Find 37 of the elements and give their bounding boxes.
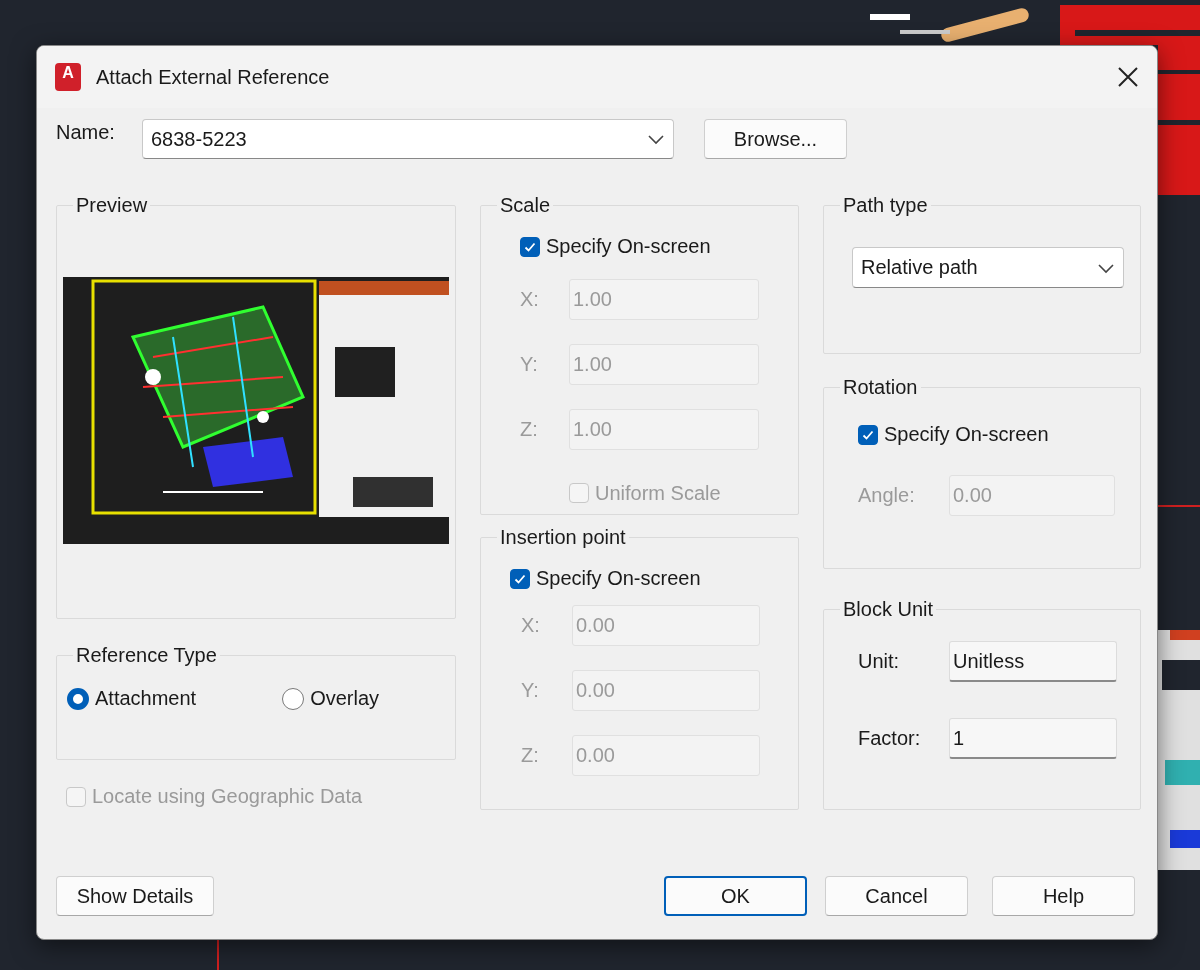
field-label: Factor: [858,727,922,750]
specify-onscreen-checkbox[interactable]: Specify On-screen [510,567,701,590]
specify-onscreen-checkbox[interactable]: Specify On-screen [520,235,711,258]
path-type-dropdown[interactable]: Relative path [852,247,1124,288]
field-label: X: [520,287,540,311]
group-title: Reference Type [76,644,217,666]
input-field[interactable]: Unitless [949,641,1117,682]
specify-onscreen-checkbox[interactable]: Specify On-screen [858,423,1049,446]
radio-button[interactable]: Overlay [282,687,380,710]
field-label: X: [521,613,541,637]
chevron-icon [1097,261,1115,274]
group-title: Rotation [843,376,918,398]
group-title: Block Unit [843,598,934,620]
field-label: Angle: [858,483,916,507]
input-field[interactable]: 1 [949,718,1117,759]
group-title: Path type [843,194,928,216]
window-title: Attach External Reference [96,65,331,89]
browse-button[interactable]: Browse... [704,119,847,159]
app-icon: A [55,63,81,91]
dialog-button[interactable]: Cancel [825,876,968,916]
group-title: Preview [76,194,148,216]
dialog-button[interactable]: Show Details [56,876,214,916]
field-label: Y: [521,678,540,702]
drawing-line [217,940,219,970]
radio-button[interactable]: Attachment [67,687,197,710]
field-label: Z: [520,417,539,441]
dialog-button[interactable]: Help [992,876,1135,916]
drawing-line [1158,505,1200,507]
name-label: Name: [56,121,116,144]
group-title: Scale [500,194,551,216]
dialog-button[interactable]: OK [664,876,807,916]
name-dropdown[interactable]: 6838-5223 [142,119,674,159]
group-title: Insertion point [500,526,626,548]
field-label: Z: [521,743,540,767]
chevron-icon [647,133,665,145]
field-label: Unit: [858,650,901,673]
field-label: Y: [520,352,539,376]
